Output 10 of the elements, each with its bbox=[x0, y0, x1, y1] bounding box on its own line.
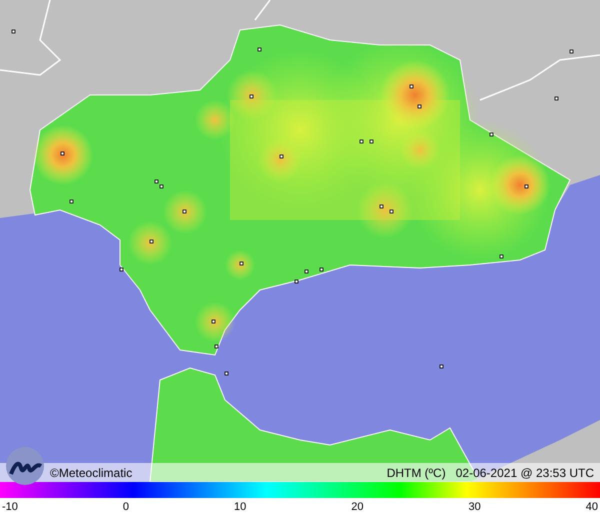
timestamp-text: 02-06-2021 @ 23:53 UTC bbox=[456, 464, 594, 482]
scale-tick-label: 0 bbox=[122, 500, 130, 515]
scale-tick-label: 10 bbox=[234, 500, 246, 515]
variable-label: DHTM (ºC) bbox=[386, 464, 446, 482]
scale-tick-label: -10 bbox=[2, 500, 18, 515]
copyright-text: ©Meteoclimatic bbox=[50, 464, 132, 482]
scale-tick-label: 40 bbox=[586, 500, 598, 515]
scale-tick-label: 20 bbox=[351, 500, 364, 515]
scale-tick-label: 30 bbox=[468, 500, 481, 515]
logo-icon bbox=[5, 446, 45, 486]
